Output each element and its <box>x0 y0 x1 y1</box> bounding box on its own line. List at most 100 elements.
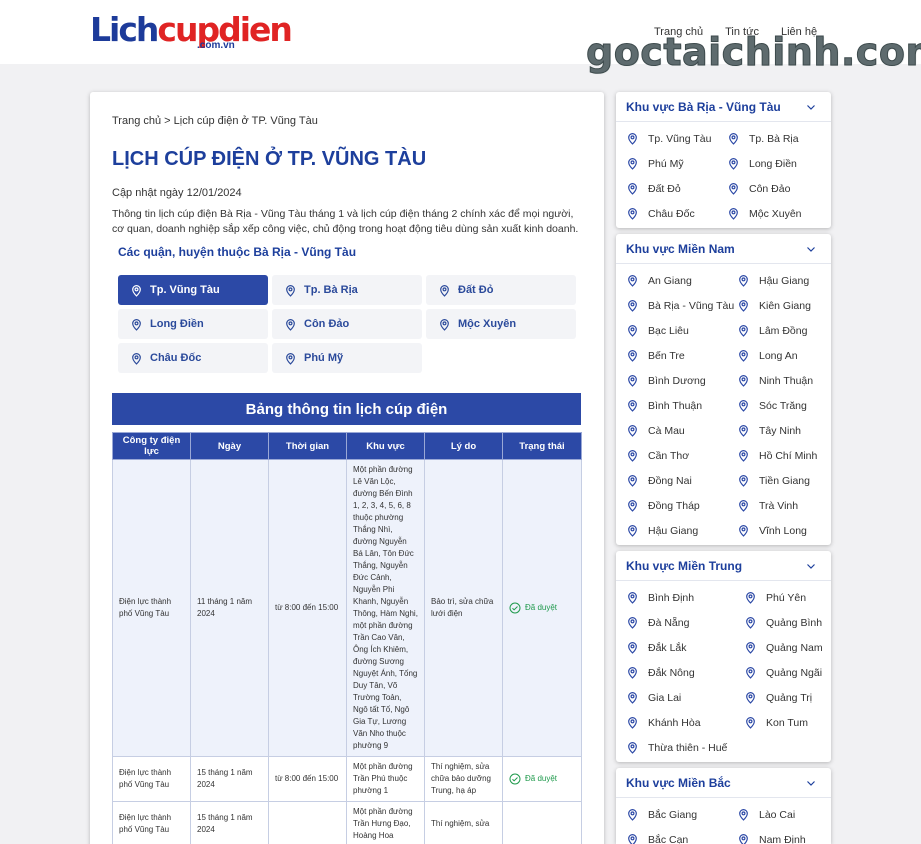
province-link[interactable]: Bà Rịa - Vũng Tàu <box>626 293 737 318</box>
breadcrumb[interactable]: Trang chủ > Lịch cúp điện ở TP. Vũng Tàu <box>112 115 318 127</box>
province-link[interactable]: Hồ Chí Minh <box>737 443 827 468</box>
map-pin-icon <box>286 284 295 297</box>
map-pin-icon <box>746 592 755 604</box>
province-link[interactable]: Cần Thơ <box>626 443 737 468</box>
panel-header[interactable]: Khu vực Miền Nam <box>616 234 831 264</box>
province-link[interactable]: Lào Cai <box>737 802 827 827</box>
cell-time <box>268 801 347 844</box>
province-link[interactable]: Hậu Giang <box>626 518 737 543</box>
map-pin-icon <box>746 667 755 679</box>
district-moc-xuyen[interactable]: Mộc Xuyên <box>426 309 576 339</box>
site-logo[interactable]: Lichcupdien .com.vn <box>90 10 293 54</box>
panel-title: Khu vực Bà Rịa - Vũng Tàu <box>626 99 781 114</box>
province-label: Bắc Cạn <box>648 833 689 844</box>
province-link[interactable]: Tiền Giang <box>737 468 827 493</box>
province-label: Hậu Giang <box>648 524 699 537</box>
panel-list: Bắc Giang Lào Cai Bắc Cạn Nam Định <box>616 798 831 844</box>
province-link[interactable]: Long An <box>737 343 827 368</box>
province-link[interactable]: Quảng Bình <box>744 610 827 635</box>
province-label: Bình Thuận <box>648 399 703 412</box>
province-link[interactable]: Bạc Liêu <box>626 318 737 343</box>
province-link[interactable]: Bình Định <box>626 585 744 610</box>
province-label: Bắc Giang <box>648 808 698 821</box>
district-dat-do[interactable]: Đất Đỏ <box>426 275 576 305</box>
province-link[interactable]: Đắk Nông <box>626 660 744 685</box>
province-link[interactable]: Lâm Đồng <box>737 318 827 343</box>
table-row: Điện lực thành phố Vũng Tàu 11 tháng 1 n… <box>112 459 582 757</box>
province-link[interactable]: Ninh Thuận <box>737 368 827 393</box>
province-label: Cần Thơ <box>648 449 690 462</box>
province-label: Bạc Liêu <box>648 324 689 337</box>
panel-header[interactable]: Khu vực Miền Bắc <box>616 768 831 798</box>
province-link[interactable]: Hậu Giang <box>737 268 827 293</box>
table-row: Điện lực thành phố Vũng Tàu 15 tháng 1 n… <box>112 756 582 802</box>
province-link[interactable]: Bình Dương <box>626 368 737 393</box>
check-circle-icon <box>509 602 521 614</box>
province-link[interactable]: Châu Đốc <box>626 201 727 226</box>
province-link[interactable]: Đà Nẵng <box>626 610 744 635</box>
th-company: Công ty điện lực <box>112 432 191 460</box>
province-link[interactable]: Gia Lai <box>626 685 744 710</box>
province-link[interactable]: Kiên Giang <box>737 293 827 318</box>
map-pin-icon <box>628 500 637 512</box>
map-pin-icon <box>628 375 637 387</box>
province-link[interactable]: Thừa thiên - Huế <box>626 735 744 760</box>
province-link[interactable]: Trà Vinh <box>737 493 827 518</box>
table-row: Điện lực thành phố Vũng Tàu 15 tháng 1 n… <box>112 801 582 844</box>
province-link[interactable]: Kon Tum <box>744 710 827 735</box>
province-link[interactable]: Bắc Cạn <box>626 827 737 844</box>
province-link[interactable]: Đồng Nai <box>626 468 737 493</box>
chevron-down-icon[interactable] <box>805 101 817 113</box>
chevron-down-icon[interactable] <box>805 560 817 572</box>
province-link[interactable]: Đất Đỏ <box>626 176 727 201</box>
cell-time: từ 8:00 đến 15:00 <box>268 459 347 757</box>
province-link[interactable]: Tây Ninh <box>737 418 827 443</box>
province-link[interactable]: Côn Đảo <box>727 176 827 201</box>
province-link[interactable]: Phú Yên <box>744 585 827 610</box>
province-link[interactable]: Quảng Nam <box>744 635 827 660</box>
province-link[interactable]: Tp. Bà Rịa <box>727 126 827 151</box>
province-link[interactable]: Sóc Trăng <box>737 393 827 418</box>
map-pin-icon <box>440 318 449 331</box>
panel-mien-nam: Khu vực Miền Nam An Giang Hậu Giang Bà R… <box>616 234 831 545</box>
province-link[interactable]: An Giang <box>626 268 737 293</box>
province-label: Đồng Nai <box>648 474 692 487</box>
province-label: Nam Định <box>759 833 806 844</box>
chevron-down-icon[interactable] <box>805 243 817 255</box>
panel-header[interactable]: Khu vực Miền Trung <box>616 551 831 581</box>
map-pin-icon <box>739 525 748 537</box>
province-link[interactable]: Đồng Tháp <box>626 493 737 518</box>
province-link[interactable]: Đắk Lắk <box>626 635 744 660</box>
province-link[interactable]: Bến Tre <box>626 343 737 368</box>
district-tp-vung-tau[interactable]: Tp. Vũng Tàu <box>118 275 268 305</box>
cell-reason: Thí nghiệm, sửa <box>424 801 503 844</box>
province-link[interactable]: Nam Định <box>737 827 827 844</box>
province-link[interactable]: Phú Mỹ <box>626 151 727 176</box>
map-pin-icon <box>746 642 755 654</box>
district-tp-ba-ria[interactable]: Tp. Bà Rịa <box>272 275 422 305</box>
province-link[interactable]: Tp. Vũng Tàu <box>626 126 727 151</box>
district-chau-doc[interactable]: Châu Đốc <box>118 343 268 373</box>
district-long-dien[interactable]: Long Điền <box>118 309 268 339</box>
province-link[interactable]: Long Điền <box>727 151 827 176</box>
province-link[interactable]: Vĩnh Long <box>737 518 827 543</box>
map-pin-icon <box>628 133 637 145</box>
province-label: Long An <box>759 349 798 362</box>
province-link[interactable]: Bình Thuận <box>626 393 737 418</box>
districts-title: Các quận, huyện thuộc Bà Rịa - Vũng Tàu <box>118 245 357 259</box>
th-date: Ngày <box>190 432 269 460</box>
province-link[interactable]: Khánh Hòa <box>626 710 744 735</box>
province-link[interactable]: Bắc Giang <box>626 802 737 827</box>
panel-header[interactable]: Khu vực Bà Rịa - Vũng Tàu <box>616 92 831 122</box>
chevron-down-icon[interactable] <box>805 777 817 789</box>
province-label: Trà Vinh <box>759 499 799 512</box>
province-link[interactable]: Mộc Xuyên <box>727 201 827 226</box>
district-con-dao[interactable]: Côn Đảo <box>272 309 422 339</box>
cell-company: Điện lực thành phố Vũng Tàu <box>112 756 191 802</box>
province-link[interactable]: Quảng Trị <box>744 685 827 710</box>
cell-area: Một phần đường Trần Phú thuộc phường 1 <box>346 756 425 802</box>
district-phu-my[interactable]: Phú Mỹ <box>272 343 422 373</box>
province-link[interactable]: Quảng Ngãi <box>744 660 827 685</box>
province-link[interactable]: Cà Mau <box>626 418 737 443</box>
province-label: Hậu Giang <box>759 274 810 287</box>
